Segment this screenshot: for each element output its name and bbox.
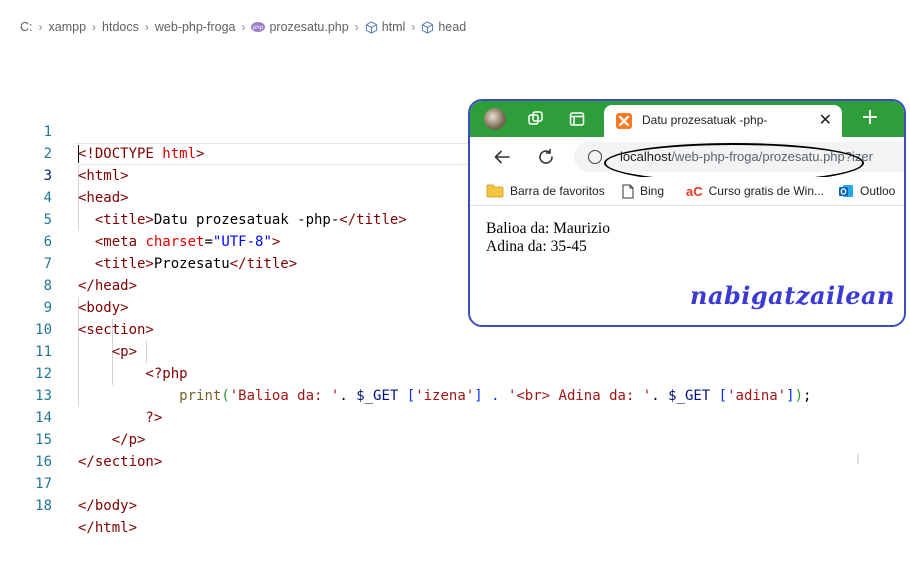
favorite-bing[interactable]: Bing <box>622 182 664 200</box>
breadcrumb-item-drive[interactable]: C: <box>20 20 33 34</box>
handwritten-label: nabigatzailean <box>690 281 895 310</box>
profile-avatar[interactable] <box>484 108 506 130</box>
close-tab-icon[interactable]: ✕ <box>819 110 832 129</box>
browser-window: Datu prozesatuak -php- ✕ + localhost/web… <box>468 99 906 327</box>
chevron-right-icon: › <box>92 20 97 34</box>
page-text-line: Adina da: 35-45 <box>486 238 587 255</box>
svg-text:php: php <box>253 25 264 31</box>
new-tab-button[interactable]: + <box>856 105 884 133</box>
code-line: 13 ?> <box>0 363 910 426</box>
chevron-right-icon: › <box>38 20 43 34</box>
php-file-icon: php <box>251 22 266 32</box>
tab-title: Datu prozesatuak -php- <box>642 113 768 127</box>
code-line: 15 </section> <box>0 407 910 470</box>
breadcrumb-item-head[interactable]: head <box>421 20 466 34</box>
browser-tab-active[interactable]: Datu prozesatuak -php- ✕ <box>604 105 842 137</box>
favorite-label: Curso gratis de Win... <box>708 184 824 198</box>
ac-logo-icon: aC <box>686 183 703 199</box>
folder-icon <box>486 184 504 198</box>
favorite-label: Barra de favoritos <box>510 184 605 198</box>
favorite-label: Bing <box>640 184 665 198</box>
symbol-cube-icon <box>422 20 434 34</box>
breadcrumb: C: › xampp › htdocs › web-php-froga › ph… <box>20 18 466 36</box>
page-content: Balioa da: Maurizio Adina da: 35-45 nabi… <box>470 206 904 325</box>
breadcrumb-item-file[interactable]: php prozesatu.php <box>251 20 349 34</box>
breadcrumb-item-html[interactable]: html <box>365 20 406 34</box>
breadcrumb-label: html <box>381 20 406 34</box>
breadcrumb-label: xampp <box>48 20 87 34</box>
code-token: </html> <box>78 520 138 536</box>
chevron-right-icon: › <box>354 20 359 34</box>
breadcrumb-label: web-php-froga <box>154 20 236 34</box>
favorite-curso[interactable]: aC Curso gratis de Win... <box>686 182 824 200</box>
chevron-right-icon: › <box>144 20 149 34</box>
line-number: 18 <box>35 498 52 514</box>
breadcrumb-label: C: <box>20 20 33 34</box>
tab-actions-icon[interactable] <box>567 109 587 129</box>
code-line: 16 <box>0 429 910 470</box>
breadcrumb-label: prozesatu.php <box>269 20 349 34</box>
workspaces-icon[interactable] <box>526 109 546 129</box>
xampp-icon <box>616 113 632 129</box>
page-text-line: Balioa da: Maurizio <box>486 220 610 237</box>
favorite-outlook[interactable]: Outloo <box>838 182 895 200</box>
symbol-cube-icon <box>365 20 377 34</box>
code-line: 14 </p> <box>0 385 910 448</box>
refresh-icon[interactable] <box>534 145 558 169</box>
page-icon <box>622 184 634 198</box>
code-line: 18 </html> <box>0 473 910 536</box>
breadcrumb-label: htdocs <box>102 20 139 34</box>
code-token: </body> <box>78 498 138 514</box>
code-line: 17 </body> <box>0 451 910 514</box>
breadcrumb-label: head <box>438 20 467 34</box>
breadcrumb-item-xampp[interactable]: xampp <box>49 20 87 34</box>
chevron-right-icon: › <box>241 20 246 34</box>
breadcrumb-item-htdocs[interactable]: htdocs <box>102 20 139 34</box>
favorites-folder[interactable]: Barra de favoritos <box>486 182 605 200</box>
favorites-bar: Barra de favoritos Bing aC Curso gratis … <box>470 177 904 206</box>
scrollbar-marker[interactable] <box>857 454 859 464</box>
outlook-icon <box>839 185 853 197</box>
browser-tab-bar: Datu prozesatuak -php- ✕ + <box>470 101 904 137</box>
info-icon[interactable] <box>588 150 602 164</box>
favorite-label: Outloo <box>860 184 896 198</box>
code-line: 12 print('Balioa da: '. $_GET ['izena'] … <box>0 341 910 404</box>
back-arrow-icon[interactable] <box>490 145 514 169</box>
text-cursor <box>78 145 79 163</box>
chevron-right-icon: › <box>411 20 416 34</box>
breadcrumb-item-folder[interactable]: web-php-froga <box>155 20 236 34</box>
